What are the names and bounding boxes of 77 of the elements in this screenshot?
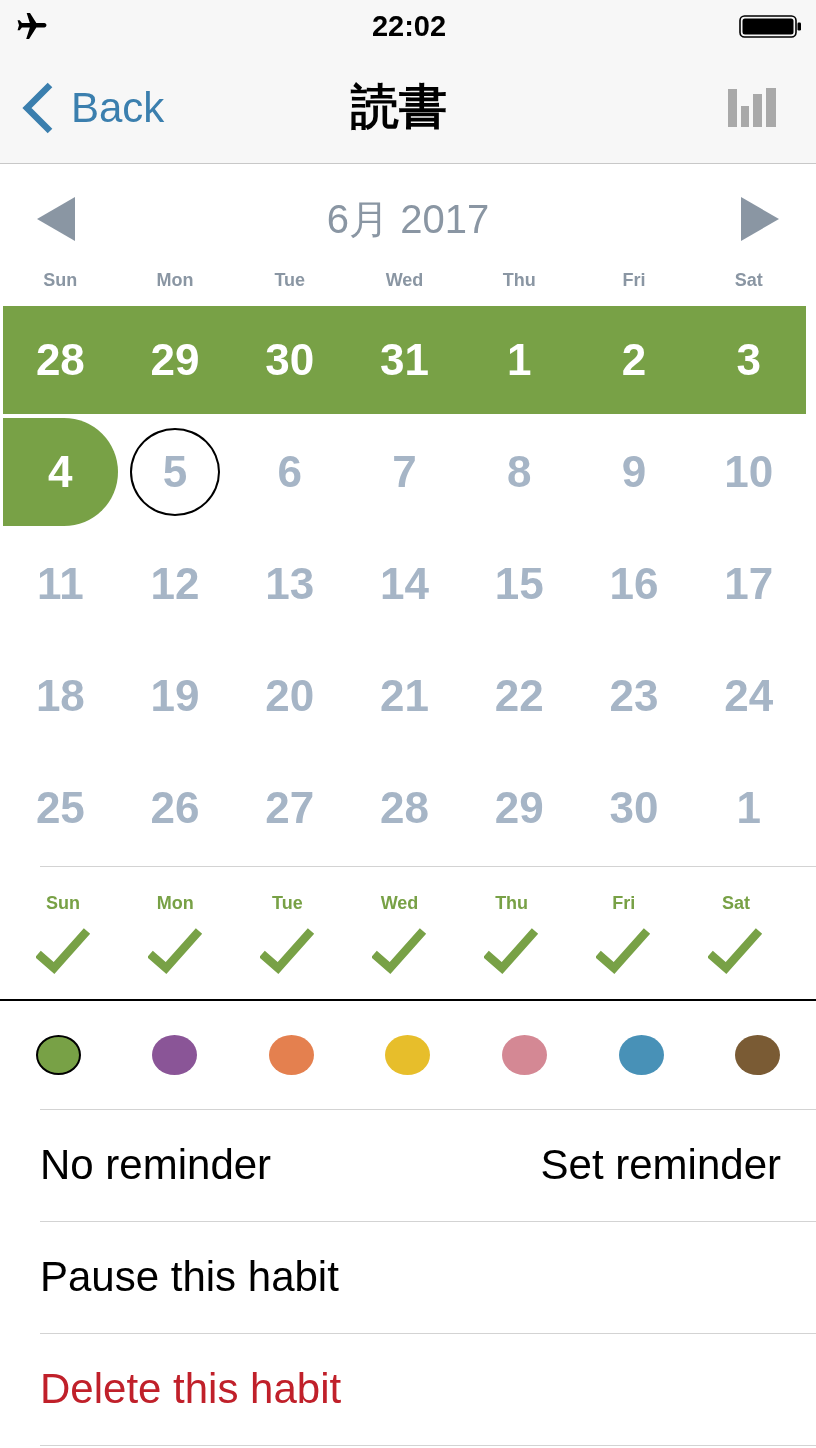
bar-chart-icon[interactable] bbox=[728, 88, 776, 127]
checkmark-icon[interactable] bbox=[147, 928, 203, 975]
checkmark-icon[interactable] bbox=[708, 928, 764, 975]
calendar-day[interactable]: 8 bbox=[461, 418, 577, 526]
calendar-day[interactable]: 3 bbox=[691, 306, 806, 414]
checkmark-icon[interactable] bbox=[259, 928, 315, 975]
calendar-day[interactable]: 26 bbox=[117, 754, 233, 862]
color-swatch-icon[interactable] bbox=[152, 1035, 198, 1075]
calendar-day[interactable]: 20 bbox=[232, 642, 348, 750]
weekday-toggle-label: Tue bbox=[272, 893, 303, 913]
weekday-toggle-label: Sat bbox=[721, 893, 750, 913]
reminder-status: No reminder bbox=[40, 1142, 272, 1189]
weekday-label: Sun bbox=[43, 270, 78, 290]
calendar-day[interactable]: 17 bbox=[691, 530, 806, 638]
pause-habit-button[interactable]: Pause this habit bbox=[40, 1254, 339, 1301]
weekday-label: Thu bbox=[502, 270, 536, 290]
calendar-day[interactable]: 28 bbox=[347, 754, 462, 862]
calendar-day[interactable]: 6 bbox=[232, 418, 348, 526]
calendar-day[interactable]: 21 bbox=[347, 642, 462, 750]
weekday-toggle-label: Thu bbox=[495, 893, 529, 913]
weekday-toggle-label: Mon bbox=[156, 893, 194, 913]
weekday-label: Tue bbox=[274, 270, 306, 290]
calendar-day[interactable]: 27 bbox=[232, 754, 348, 862]
calendar-day[interactable]: 1 bbox=[461, 306, 577, 414]
calendar-day[interactable]: 24 bbox=[691, 642, 806, 750]
color-swatch-icon[interactable] bbox=[385, 1035, 431, 1075]
chevron-left-icon bbox=[22, 81, 54, 134]
calendar-day[interactable]: 9 bbox=[576, 418, 692, 526]
checkmark-icon[interactable] bbox=[35, 928, 91, 975]
checkmark-icon[interactable] bbox=[596, 928, 652, 975]
calendar-day[interactable]: 14 bbox=[347, 530, 462, 638]
screen-title: 読書 bbox=[351, 81, 447, 134]
calendar-day[interactable]: 22 bbox=[461, 642, 577, 750]
calendar-day[interactable]: 19 bbox=[117, 642, 233, 750]
calendar-day[interactable]: 30 bbox=[576, 754, 692, 862]
color-swatch-icon[interactable] bbox=[735, 1035, 781, 1075]
calendar-day[interactable]: 15 bbox=[461, 530, 577, 638]
checkmark-icon[interactable] bbox=[372, 928, 427, 975]
color-swatch-icon[interactable] bbox=[35, 1035, 81, 1075]
calendar-day[interactable]: 4 bbox=[3, 418, 118, 526]
color-swatch-icon[interactable] bbox=[268, 1035, 314, 1075]
weekday-label: Sat bbox=[734, 270, 763, 290]
battery-icon bbox=[739, 14, 802, 38]
calendar-day[interactable]: 1 bbox=[691, 754, 806, 862]
calendar-day[interactable]: 11 bbox=[3, 530, 118, 638]
weekday-label: Fri bbox=[622, 270, 646, 290]
calendar-day[interactable]: 29 bbox=[117, 306, 233, 414]
month-title: 6月 2017 bbox=[326, 197, 490, 241]
set-reminder-button[interactable]: Set reminder bbox=[540, 1142, 781, 1189]
next-month-icon[interactable] bbox=[741, 197, 779, 241]
checkmark-icon[interactable] bbox=[484, 928, 540, 975]
calendar-day[interactable]: 23 bbox=[576, 642, 692, 750]
weekday-toggle-label: Sun bbox=[46, 893, 81, 913]
color-swatch-icon[interactable] bbox=[502, 1035, 548, 1075]
status-time: 22:02 bbox=[371, 11, 447, 41]
calendar-day[interactable]: 2 bbox=[576, 306, 692, 414]
calendar-day[interactable]: 29 bbox=[461, 754, 577, 862]
weekday-toggle-label: Fri bbox=[612, 893, 636, 913]
calendar-day[interactable]: 25 bbox=[3, 754, 118, 862]
calendar-day[interactable]: 28 bbox=[3, 306, 118, 414]
calendar-day[interactable]: 16 bbox=[576, 530, 692, 638]
calendar-day[interactable]: 18 bbox=[3, 642, 118, 750]
calendar-day[interactable]: 12 bbox=[117, 530, 233, 638]
calendar-day[interactable]: 31 bbox=[347, 306, 462, 414]
weekday-label: Wed bbox=[385, 270, 424, 290]
airplane-mode-icon bbox=[16, 13, 48, 39]
back-button[interactable]: Back bbox=[22, 81, 165, 134]
color-swatch-icon[interactable] bbox=[618, 1035, 664, 1075]
calendar-day[interactable]: 10 bbox=[691, 418, 806, 526]
calendar-day[interactable]: 7 bbox=[347, 418, 462, 526]
calendar-day[interactable]: 5 bbox=[130, 428, 221, 516]
delete-habit-button[interactable]: Delete this habit bbox=[40, 1366, 342, 1413]
weekday-label: Mon bbox=[156, 270, 194, 290]
previous-month-icon[interactable] bbox=[37, 197, 75, 241]
weekday-toggle-label: Wed bbox=[380, 893, 419, 913]
calendar-day[interactable]: 13 bbox=[232, 530, 348, 638]
calendar-day[interactable]: 30 bbox=[232, 306, 348, 414]
